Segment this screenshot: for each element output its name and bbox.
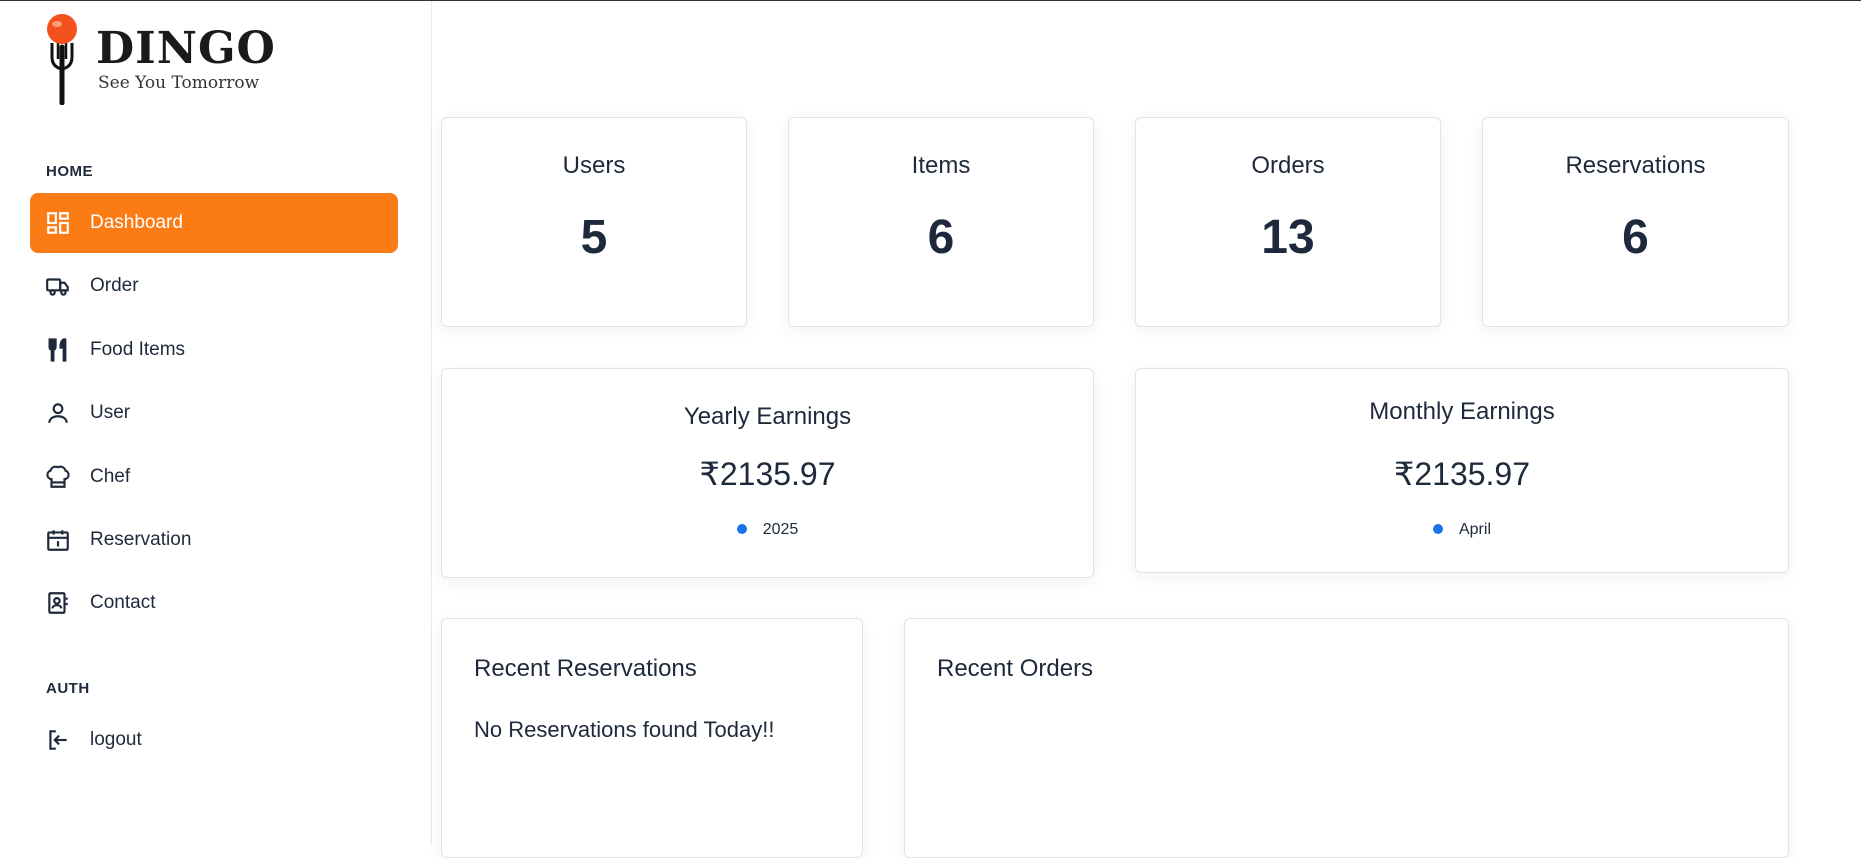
sidebar-item-user[interactable]: User bbox=[30, 383, 398, 443]
stat-title: Reservations bbox=[1565, 152, 1706, 179]
yearly-earnings-card: Yearly Earnings ₹2135.97 2025 bbox=[441, 368, 1094, 578]
panel-title: Recent Orders bbox=[937, 655, 1094, 682]
recent-reservations-panel: Recent Reservations No Reservations foun… bbox=[441, 618, 863, 858]
stat-title: Items bbox=[911, 152, 971, 179]
stat-card-reservations: Reservations 6 bbox=[1482, 117, 1789, 327]
truck-icon bbox=[44, 272, 72, 300]
stat-card-items: Items 6 bbox=[788, 117, 1094, 327]
sidebar-item-label: Order bbox=[90, 275, 139, 296]
sidebar-item-label: Chef bbox=[90, 466, 131, 487]
sidebar-item-label: User bbox=[90, 402, 131, 423]
sidebar-item-reservation[interactable]: Reservation bbox=[30, 510, 398, 570]
dashboard-icon bbox=[44, 209, 72, 237]
brand-tagline: See You Tomorrow bbox=[98, 73, 260, 93]
earnings-value: ₹2135.97 bbox=[699, 456, 836, 492]
earnings-title: Monthly Earnings bbox=[1369, 398, 1555, 425]
fork-tomato-icon bbox=[47, 14, 77, 105]
sidebar-item-label: logout bbox=[90, 729, 142, 750]
legend-label: 2025 bbox=[762, 521, 799, 538]
sidebar-item-label: Dashboard bbox=[90, 212, 183, 233]
sidebar-item-order[interactable]: Order bbox=[30, 256, 398, 316]
calendar-icon bbox=[44, 526, 72, 554]
user-icon bbox=[44, 399, 72, 427]
legend-dot bbox=[736, 523, 747, 534]
stat-value: 6 bbox=[927, 211, 955, 264]
chart-legend: 2025 bbox=[442, 521, 1093, 539]
sidebar-item-food-items[interactable]: Food Items bbox=[30, 320, 398, 380]
panel-title: Recent Reservations bbox=[474, 655, 697, 682]
chef-hat-icon bbox=[44, 463, 72, 491]
legend-dot bbox=[1432, 523, 1443, 534]
sidebar: DINGO See You Tomorrow HOME Dashboard Or… bbox=[0, 1, 432, 845]
brand-name: DINGO bbox=[96, 23, 276, 74]
legend-label: April bbox=[1458, 521, 1491, 538]
sidebar-item-chef[interactable]: Chef bbox=[30, 447, 398, 507]
brand-logo[interactable]: DINGO See You Tomorrow bbox=[40, 13, 280, 105]
stat-title: Orders bbox=[1251, 152, 1325, 179]
stat-value: 5 bbox=[580, 211, 608, 264]
monthly-earnings-card: Monthly Earnings ₹2135.97 April bbox=[1135, 368, 1789, 573]
sidebar-item-label: Reservation bbox=[90, 529, 192, 550]
recent-orders-panel: Recent Orders bbox=[904, 618, 1789, 858]
section-label-auth: AUTH bbox=[46, 680, 90, 697]
sidebar-item-dashboard[interactable]: Dashboard bbox=[30, 193, 398, 253]
earnings-title: Yearly Earnings bbox=[683, 403, 852, 430]
stat-card-users: Users 5 bbox=[441, 117, 747, 327]
contact-book-icon bbox=[44, 589, 72, 617]
empty-state-text: No Reservations found Today!! bbox=[474, 717, 775, 742]
sidebar-item-logout[interactable]: logout bbox=[30, 710, 398, 770]
stat-card-orders: Orders 13 bbox=[1135, 117, 1441, 327]
logout-icon bbox=[44, 726, 72, 754]
sidebar-item-label: Contact bbox=[90, 592, 156, 613]
stat-value: 13 bbox=[1261, 211, 1315, 264]
earnings-value: ₹2135.97 bbox=[1393, 456, 1531, 492]
sidebar-item-label: Food Items bbox=[90, 339, 186, 360]
stat-value: 6 bbox=[1622, 211, 1649, 264]
utensils-icon bbox=[44, 336, 72, 364]
chart-legend: April bbox=[1136, 521, 1788, 539]
sidebar-item-contact[interactable]: Contact bbox=[30, 573, 398, 633]
stat-title: Users bbox=[562, 152, 626, 179]
section-label-home: HOME bbox=[46, 163, 93, 180]
